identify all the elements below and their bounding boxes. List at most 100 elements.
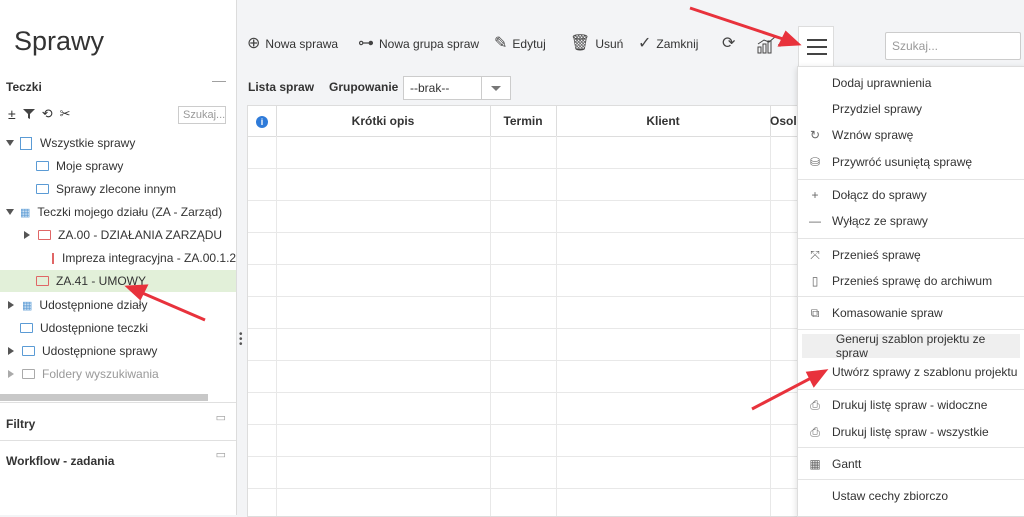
tree-item-foldery[interactable]: Foldery wyszukiwania <box>6 363 159 385</box>
menu-item-przydziel[interactable]: Przydziel sprawy <box>798 97 1024 121</box>
expand-icon[interactable] <box>8 370 14 378</box>
grouping-label: Grupowanie <box>329 80 399 94</box>
folder-icon <box>36 161 49 171</box>
tree-item-wszystkie[interactable]: Wszystkie sprawy <box>6 132 135 154</box>
expand-icon[interactable] <box>24 231 30 239</box>
info-column[interactable]: i <box>248 106 277 136</box>
tree-horizontal-scrollbar[interactable] <box>0 394 208 401</box>
menu-item-archiwum[interactable]: ▯ Przenieś sprawę do archiwum <box>798 269 1024 293</box>
menu-item-przenies[interactable]: ⤧ Przenieś sprawę <box>798 243 1024 267</box>
trash-icon: 🗑 <box>570 35 591 52</box>
grid-line <box>770 136 771 516</box>
grid-row <box>248 296 808 297</box>
delete-button[interactable]: 🗑 Usuń <box>570 36 623 52</box>
menu-item-gantt[interactable]: ▦ Gantt <box>798 452 1024 476</box>
grid-row <box>248 328 808 329</box>
tree-item-udost-teczki[interactable]: Udostępnione teczki <box>20 317 148 339</box>
menu-separator <box>798 479 1024 480</box>
menu-item-wznow[interactable]: ↻ Wznów sprawę <box>798 123 1024 147</box>
menu-item-drukuj-widoczne[interactable]: ⎙ Drukuj listę spraw - widoczne <box>798 393 1024 417</box>
workflow-header[interactable]: Workflow - zadania <box>6 454 114 468</box>
merge-icon: ⧉ <box>810 305 820 320</box>
check-icon: ✓ <box>638 35 652 52</box>
chevron-down-icon[interactable] <box>481 77 510 99</box>
menu-item-wylacz[interactable]: — Wyłącz ze sprawy <box>798 209 1024 233</box>
grouping-value: --brak-- <box>410 81 450 95</box>
grid-icon: ▦ <box>809 457 821 471</box>
plus-circle-icon: ⊕ <box>247 35 261 52</box>
folder-icon <box>36 276 49 286</box>
menu-item-utworz-z-szablonu[interactable]: Utwórz sprawy z szablonu projektu <box>798 360 1024 384</box>
column-header[interactable]: Krótki opis <box>276 106 491 136</box>
filtry-header[interactable]: Filtry <box>6 417 35 431</box>
case-grid: i Krótki opis Termin Klient Osol <box>247 105 809 517</box>
resume-icon: ↻ <box>809 128 821 142</box>
menu-item-przywroc[interactable]: ⛁ Przywróć usuniętą sprawę <box>798 150 1024 174</box>
menu-item-generuj-szablon[interactable]: Generuj szablon projektu ze spraw <box>802 332 1020 360</box>
minus-icon: — <box>809 214 821 228</box>
close-case-button[interactable]: ✓ Zamknij <box>638 36 698 52</box>
database-icon: ⛁ <box>809 155 821 169</box>
grid-row <box>248 168 808 169</box>
grid-row <box>248 200 808 201</box>
grid-row <box>248 360 808 361</box>
move-icon: ⤧ <box>810 247 820 262</box>
edit-button[interactable]: ✎ Edytuj <box>494 36 546 52</box>
tree-item-udost-sprawy[interactable]: Udostępnione sprawy <box>6 340 157 362</box>
expand-icon[interactable] <box>6 209 14 215</box>
tree-toolbar: ± ⟲ ✂ <box>8 106 71 122</box>
tools-icon[interactable]: ✂ <box>60 106 71 122</box>
tree-item-dzial[interactable]: ▦ Teczki mojego działu (ZA - Zarząd) <box>6 201 222 223</box>
tree-item-za00[interactable]: ZA.00 - DZIAŁANIA ZARZĄDU <box>22 224 222 246</box>
menu-separator <box>798 179 1024 180</box>
maximize-icon[interactable]: ▭ <box>216 448 226 461</box>
hamburger-line <box>807 46 827 48</box>
filter-icon[interactable] <box>22 108 35 120</box>
hamburger-line <box>807 53 827 55</box>
department-icon: ▦ <box>20 206 31 219</box>
folder-icon <box>36 184 49 194</box>
menu-separator <box>798 238 1024 239</box>
menu-button[interactable] <box>798 26 834 66</box>
case-search-input[interactable]: Szukaj... <box>885 32 1021 60</box>
expand-icon[interactable] <box>8 347 14 355</box>
grid-row <box>248 488 808 489</box>
tree-item-za41[interactable]: ZA.41 - UMOWY <box>0 270 236 292</box>
menu-item-komasowanie[interactable]: ⧉ Komasowanie spraw <box>798 301 1024 325</box>
collapse-icon[interactable]: — <box>212 72 226 88</box>
maximize-icon[interactable]: ▭ <box>216 411 226 424</box>
list-icon <box>20 136 32 150</box>
grouping-select[interactable]: --brak-- <box>403 76 511 100</box>
menu-item-drukuj-wszystkie[interactable]: ⎙ Drukuj listę spraw - wszystkie <box>798 420 1024 444</box>
tree-search-input[interactable]: Szukaj... <box>178 106 226 124</box>
menu-separator <box>798 329 1024 330</box>
menu-separator <box>798 296 1024 297</box>
tree-item-udost-dzialy[interactable]: ▦ Udostępnione działy <box>6 294 147 316</box>
department-icon: ▦ <box>22 299 33 312</box>
refresh-icon: ⟳ <box>722 35 736 52</box>
tree-item-impreza[interactable]: Impreza integracyjna - ZA.00.1.2 <box>52 247 236 269</box>
expand-icon[interactable] <box>6 140 14 146</box>
grid-row <box>248 232 808 233</box>
briefcase-icon <box>52 252 54 264</box>
column-header[interactable]: Klient <box>556 106 771 136</box>
tree-item-zlecone[interactable]: Sprawy zlecone innym <box>36 178 176 200</box>
column-header[interactable]: Termin <box>490 106 557 136</box>
refresh-button[interactable]: ⟳ <box>722 36 735 52</box>
menu-item-ustaw-cechy[interactable]: Ustaw cechy zbiorczo <box>798 484 1024 508</box>
tree-item-moje[interactable]: Moje sprawy <box>36 155 123 177</box>
refresh-icon[interactable]: ⟲ <box>42 106 53 122</box>
chart-button[interactable] <box>757 36 783 54</box>
grid-row <box>248 456 808 457</box>
splitter-handle[interactable]: • • • <box>239 330 243 350</box>
new-group-button[interactable]: ⊶ Nowa grupa spraw <box>358 36 479 52</box>
expand-all-icon[interactable]: ± <box>8 106 16 122</box>
divider <box>0 440 236 441</box>
new-case-button[interactable]: ⊕ Nowa sprawa <box>247 36 338 52</box>
menu-separator <box>798 447 1024 448</box>
hamburger-icon <box>807 39 827 41</box>
grid-header: i Krótki opis Termin Klient Osol <box>248 106 808 137</box>
menu-item-dodaj-uprawnienia[interactable]: Dodaj uprawnienia <box>798 71 1024 95</box>
expand-icon[interactable] <box>8 301 14 309</box>
menu-item-dolacz[interactable]: + Dołącz do sprawy <box>798 183 1024 207</box>
